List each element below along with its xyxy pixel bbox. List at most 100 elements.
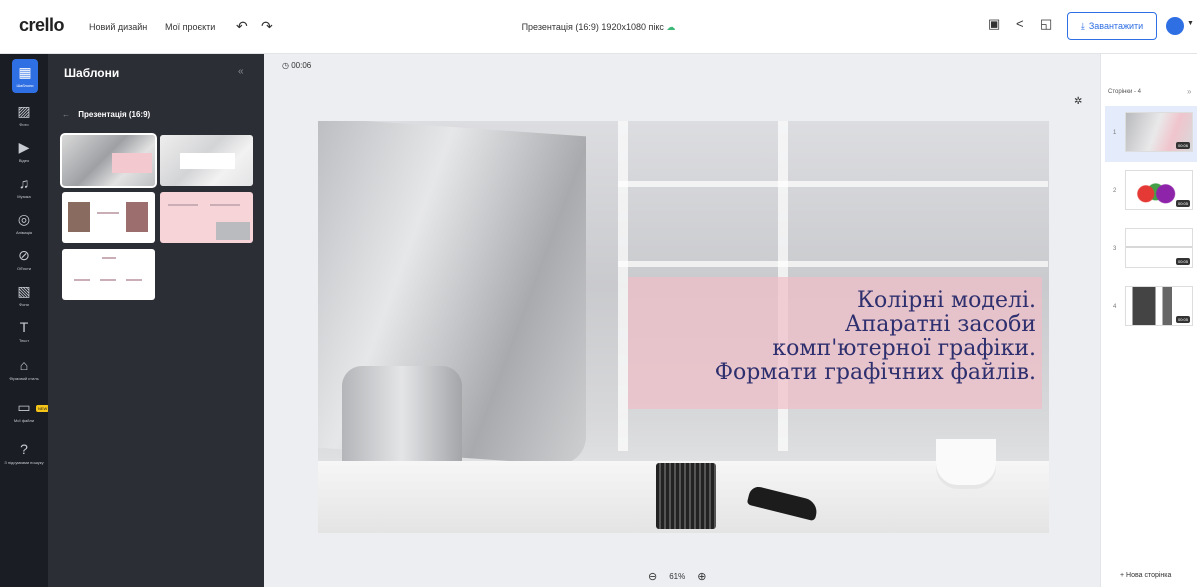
template-thumbnail[interactable]: [160, 135, 253, 186]
photo-icon: ▨: [17, 102, 31, 119]
clock-icon: ◷: [282, 61, 289, 70]
page-duration: 00:05: [1175, 200, 1190, 207]
settings-gear-icon[interactable]: ✲: [1074, 96, 1082, 107]
rail-item-brand-kit[interactable]: ⌂ Фірмовий стиль: [0, 350, 48, 388]
comment-icon[interactable]: ▣: [988, 16, 1000, 32]
folder-icon: ▭: [17, 398, 31, 415]
rail-item-label: Анімація: [15, 229, 33, 235]
zoom-controls: ⊖ 61% ⊕: [648, 570, 706, 583]
template-line: [102, 257, 116, 259]
rail-item-help[interactable]: ? З підсумками пошуку: [0, 434, 48, 472]
template-thumbnail[interactable]: [62, 192, 155, 243]
rail-item-video[interactable]: ▶ Відео: [0, 132, 48, 170]
expand-pages-icon[interactable]: »: [1187, 87, 1191, 96]
page-number: 4: [1113, 304, 1117, 310]
video-icon: ▶: [18, 138, 30, 155]
rail-item-label: З підсумками пошуку: [4, 459, 44, 465]
zoom-out-icon[interactable]: ⊖: [648, 570, 657, 583]
template-white-block: [180, 153, 235, 169]
rail-item-backgrounds[interactable]: ▧ Фони: [0, 276, 48, 314]
page-preview: 00:05: [1125, 228, 1193, 268]
animation-icon: ◎: [17, 210, 31, 227]
help-icon: ?: [20, 440, 28, 457]
rail-item-photo[interactable]: ▨ Фото: [0, 96, 48, 134]
template-portrait: [126, 202, 148, 232]
page-thumbnail-4[interactable]: 4 00:05: [1105, 280, 1197, 336]
page-duration: 00:05: [1175, 258, 1190, 265]
cup-image: [936, 439, 996, 485]
background-shelf: [618, 261, 1048, 267]
page-number: 1: [1113, 130, 1117, 136]
pages-title: Сторінки - 4: [1108, 89, 1141, 95]
template-line: [210, 204, 240, 206]
rail-item-label: Фони: [19, 301, 29, 307]
page-thumbnail-3[interactable]: 3 00:05: [1105, 222, 1197, 278]
templates-icon: ▦: [18, 63, 32, 80]
rail-item-my-files[interactable]: ▭ Мої файли: [0, 392, 48, 430]
page-duration: 00:05: [1175, 316, 1190, 323]
page-number: 3: [1113, 246, 1117, 252]
page-preview: 00:05: [1125, 170, 1193, 210]
page-thumbnail-1[interactable]: 1 00:06: [1105, 106, 1197, 162]
rail-item-templates[interactable]: ▦ Шаблони: [12, 59, 38, 93]
slide-text-line: Формати графічних файлів.: [714, 360, 1036, 385]
brand-kit-icon: ⌂: [19, 356, 29, 373]
collapse-panel-icon[interactable]: «: [238, 66, 244, 77]
slide-canvas[interactable]: Колірні моделі. Апаратні засоби комп'юте…: [318, 121, 1049, 533]
slide-text-line: Апаратні засоби: [844, 312, 1036, 337]
chevron-down-icon[interactable]: ▼: [1187, 20, 1194, 27]
template-line: [100, 279, 116, 281]
left-rail: ▦ Шаблони ▨ Фото ▶ Відео ♫ Музика ◎ Анім…: [0, 54, 50, 587]
rail-item-label: Мої файли: [13, 417, 35, 423]
objects-icon: ⊘: [18, 246, 30, 263]
top-bar: crello Новий дизайн Мої проєкти ↶ ↷ През…: [0, 0, 1197, 54]
download-button[interactable]: ⤓ Завантажити: [1067, 12, 1157, 40]
page-number: 2: [1113, 188, 1117, 194]
slide-text-line: Колірні моделі.: [857, 288, 1036, 313]
template-line: [126, 279, 142, 281]
background-shelf: [618, 121, 628, 451]
template-line: [168, 204, 198, 206]
template-portrait: [68, 202, 90, 232]
new-page-button[interactable]: + Нова сторінка: [1120, 572, 1171, 579]
rail-item-text[interactable]: T Текст: [0, 312, 48, 350]
present-icon[interactable]: ◱: [1040, 16, 1052, 32]
template-thumbnail[interactable]: [160, 192, 253, 243]
rail-item-label: Відео: [18, 157, 30, 163]
template-pink-block: [112, 153, 152, 173]
avatar[interactable]: [1166, 17, 1184, 35]
rail-item-label: Музика: [17, 193, 31, 199]
template-image-block: [216, 222, 250, 240]
panel-title: Шаблони: [64, 66, 120, 80]
page-preview: 00:06: [1125, 112, 1193, 152]
rail-item-label: Шаблони: [16, 82, 34, 88]
text-icon: T: [19, 318, 29, 335]
zoom-in-icon[interactable]: ⊕: [697, 570, 706, 583]
template-line: [74, 279, 90, 281]
category-header[interactable]: ← Презентація (16:9): [62, 110, 150, 119]
pencil-cup-image: [656, 463, 716, 529]
pages-panel: Сторінки - 4 » 1 00:06 2 00:05 3 00:05 4…: [1100, 54, 1197, 587]
back-arrow-icon[interactable]: ←: [62, 110, 70, 119]
template-thumbnail[interactable]: [62, 249, 155, 300]
page-duration: 00:06: [1175, 142, 1190, 149]
document-title-text: Презентація (16:9) 1920x1080 пікс: [521, 22, 664, 32]
rail-item-objects[interactable]: ⊘ Об'єкти: [0, 240, 48, 278]
template-line: [97, 212, 119, 214]
music-icon: ♫: [18, 174, 30, 191]
slide-text-line: комп'ютерної графіки.: [772, 336, 1036, 361]
rail-item-label: Фото: [19, 121, 29, 127]
zoom-level[interactable]: 61%: [669, 572, 685, 581]
slide-timer[interactable]: ◷ 00:06: [282, 61, 311, 70]
rail-item-animation[interactable]: ◎ Анімація: [0, 204, 48, 242]
templates-panel: Шаблони « ← Презентація (16:9): [48, 54, 264, 587]
page-thumbnail-2[interactable]: 2 00:05: [1105, 164, 1197, 220]
cloud-saved-icon: ☁: [666, 22, 676, 32]
backgrounds-icon: ▧: [17, 282, 31, 299]
rail-item-music[interactable]: ♫ Музика: [0, 168, 48, 206]
rail-item-label: Текст: [18, 337, 30, 343]
template-thumbnail[interactable]: [60, 133, 157, 188]
share-icon[interactable]: <: [1016, 16, 1024, 31]
category-title: Презентація (16:9): [78, 110, 151, 119]
slide-text-box[interactable]: Колірні моделі. Апаратні засоби комп'юте…: [628, 277, 1042, 409]
